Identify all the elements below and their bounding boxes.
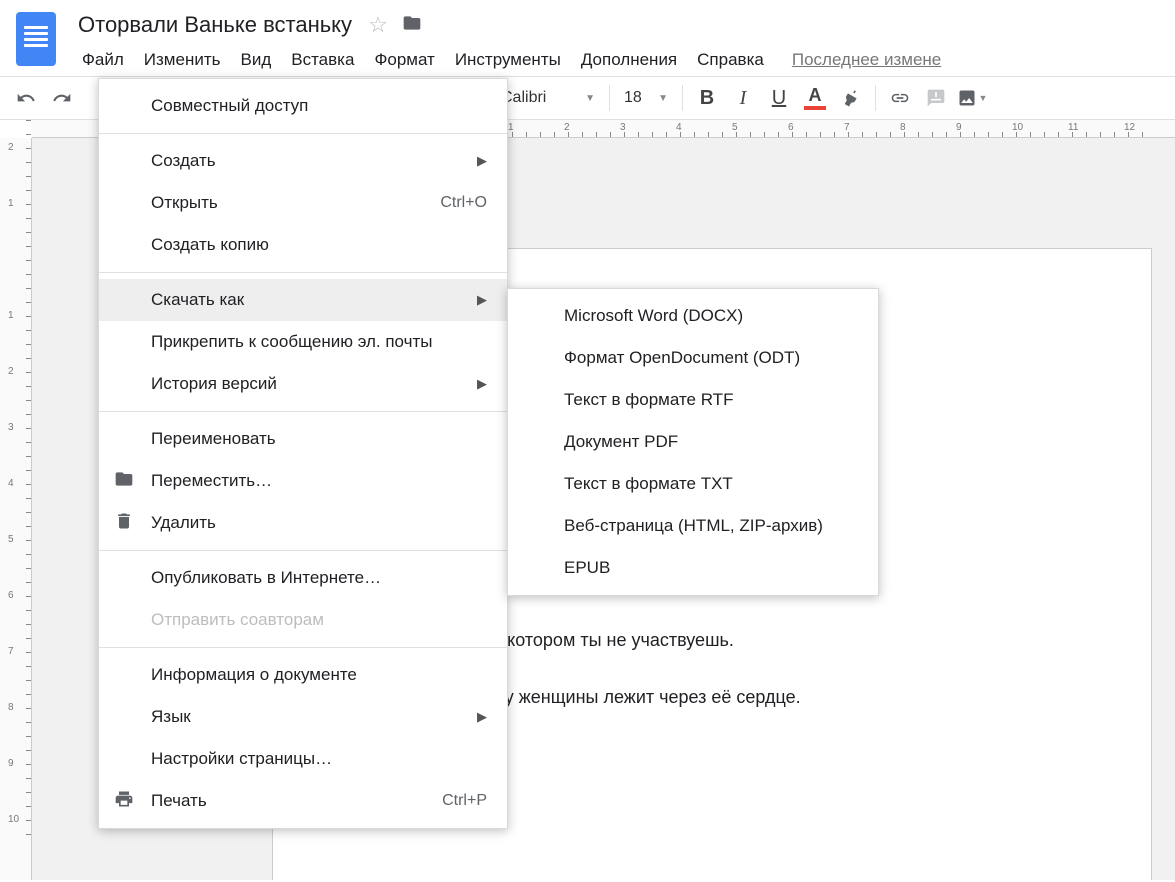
toolbar-separator xyxy=(875,85,876,111)
download-pdf[interactable]: Документ PDF xyxy=(508,421,878,463)
ruler-tick-label: 1 xyxy=(8,310,14,321)
last-edit-link[interactable]: Последнее измене xyxy=(792,50,941,70)
menu-format[interactable]: Формат xyxy=(364,44,444,76)
submenu-arrow-icon: ▶ xyxy=(477,376,487,392)
menu-delete[interactable]: Удалить xyxy=(99,502,507,544)
redo-button[interactable] xyxy=(44,80,80,116)
undo-button[interactable] xyxy=(8,80,44,116)
ruler-tick-label: 10 xyxy=(8,814,19,825)
download-html[interactable]: Веб-страница (HTML, ZIP-архив) xyxy=(508,505,878,547)
ruler-tick-label: 2 xyxy=(8,366,14,377)
menu-print[interactable]: ПечатьCtrl+P xyxy=(99,780,507,822)
menu-separator xyxy=(99,411,507,412)
dropdown-arrow-icon: ▼ xyxy=(658,93,668,104)
file-menu-dropdown: Совместный доступ Создать▶ ОткрытьCtrl+O… xyxy=(98,78,508,829)
font-size-select[interactable]: 18 ▼ xyxy=(616,80,676,116)
menu-version-history[interactable]: История версий▶ xyxy=(99,363,507,405)
submenu-arrow-icon: ▶ xyxy=(477,709,487,725)
title-row: Оторвали Ваньке встаньку ☆ xyxy=(72,8,1167,42)
folder-icon[interactable] xyxy=(402,13,422,38)
insert-link-button[interactable] xyxy=(882,80,918,116)
header: Оторвали Ваньке встаньку ☆ Файл Изменить… xyxy=(0,0,1175,76)
ruler-tick-label: 3 xyxy=(8,422,14,433)
ruler-tick-label: 10 xyxy=(1012,122,1023,133)
submenu-arrow-icon: ▶ xyxy=(477,292,487,308)
menu-share[interactable]: Совместный доступ xyxy=(99,85,507,127)
trash-icon xyxy=(113,511,135,536)
ruler-tick-label: 7 xyxy=(8,646,14,657)
menu-rename[interactable]: Переименовать xyxy=(99,418,507,460)
menu-separator xyxy=(99,272,507,273)
shortcut-label: Ctrl+O xyxy=(440,194,487,212)
ruler-tick-label: 6 xyxy=(8,590,14,601)
menu-addons[interactable]: Дополнения xyxy=(571,44,687,76)
menu-page-setup[interactable]: Настройки страницы… xyxy=(99,738,507,780)
text-color-letter: A xyxy=(809,86,822,104)
menu-tools[interactable]: Инструменты xyxy=(445,44,571,76)
menu-insert[interactable]: Вставка xyxy=(281,44,364,76)
menu-document-info[interactable]: Информация о документе xyxy=(99,654,507,696)
menu-language[interactable]: Язык▶ xyxy=(99,696,507,738)
ruler-tick-label: 12 xyxy=(1124,122,1135,133)
download-odt[interactable]: Формат OpenDocument (ODT) xyxy=(508,337,878,379)
menu-edit[interactable]: Изменить xyxy=(134,44,231,76)
italic-button[interactable]: I xyxy=(725,80,761,116)
text-color-button[interactable]: A xyxy=(797,80,833,116)
menu-file[interactable]: Файл xyxy=(72,44,134,76)
menu-separator xyxy=(99,647,507,648)
download-as-submenu: Microsoft Word (DOCX) Формат OpenDocumen… xyxy=(507,288,879,596)
menu-move[interactable]: Переместить… xyxy=(99,460,507,502)
menu-help[interactable]: Справка xyxy=(687,44,774,76)
header-main: Оторвали Ваньке встаньку ☆ Файл Изменить… xyxy=(72,8,1167,76)
ruler-tick-label: 4 xyxy=(8,478,14,489)
menu-make-copy[interactable]: Создать копию xyxy=(99,224,507,266)
ruler-tick-label: 11 xyxy=(1068,122,1078,133)
menubar: Файл Изменить Вид Вставка Формат Инструм… xyxy=(72,44,1167,76)
print-icon xyxy=(113,789,135,814)
folder-icon xyxy=(113,469,135,494)
menu-publish-web[interactable]: Опубликовать в Интернете… xyxy=(99,557,507,599)
menu-create[interactable]: Создать▶ xyxy=(99,140,507,182)
menu-open[interactable]: ОткрытьCtrl+O xyxy=(99,182,507,224)
insert-comment-button[interactable] xyxy=(918,80,954,116)
highlight-button[interactable] xyxy=(833,80,869,116)
ruler-tick-label: 1 xyxy=(8,198,14,209)
download-epub[interactable]: EPUB xyxy=(508,547,878,589)
dropdown-arrow-icon: ▼ xyxy=(585,93,595,104)
document-title[interactable]: Оторвали Ваньке встаньку xyxy=(72,10,358,40)
docs-logo[interactable] xyxy=(16,12,56,66)
insert-image-button[interactable]: ▼ xyxy=(954,80,990,116)
vertical-ruler[interactable]: 2 1 1 2 3 4 5 6 7 8 9 10 xyxy=(0,138,32,880)
menu-separator xyxy=(99,133,507,134)
toolbar-separator xyxy=(609,85,610,111)
ruler-tick-label: 5 xyxy=(8,534,14,545)
ruler-tick-label: 9 xyxy=(8,758,14,769)
text-color-bar xyxy=(804,106,826,110)
star-icon[interactable]: ☆ xyxy=(368,12,388,38)
submenu-arrow-icon: ▶ xyxy=(477,153,487,169)
menu-send-coauthors: Отправить соавторам xyxy=(99,599,507,641)
font-size-value: 18 xyxy=(624,89,642,107)
shortcut-label: Ctrl+P xyxy=(442,792,487,810)
menu-email-attachment[interactable]: Прикрепить к сообщению эл. почты xyxy=(99,321,507,363)
menu-view[interactable]: Вид xyxy=(230,44,281,76)
ruler-tick-label: 2 xyxy=(8,142,14,153)
menu-separator xyxy=(99,550,507,551)
font-family-select[interactable]: Calibri ▼ xyxy=(493,80,603,116)
menu-download-as[interactable]: Скачать как▶ xyxy=(99,279,507,321)
ruler-tick-label: 8 xyxy=(8,702,14,713)
bold-button[interactable]: B xyxy=(689,80,725,116)
download-docx[interactable]: Microsoft Word (DOCX) xyxy=(508,295,878,337)
download-txt[interactable]: Текст в формате TXT xyxy=(508,463,878,505)
underline-button[interactable]: U xyxy=(761,80,797,116)
download-rtf[interactable]: Текст в формате RTF xyxy=(508,379,878,421)
toolbar-separator xyxy=(682,85,683,111)
